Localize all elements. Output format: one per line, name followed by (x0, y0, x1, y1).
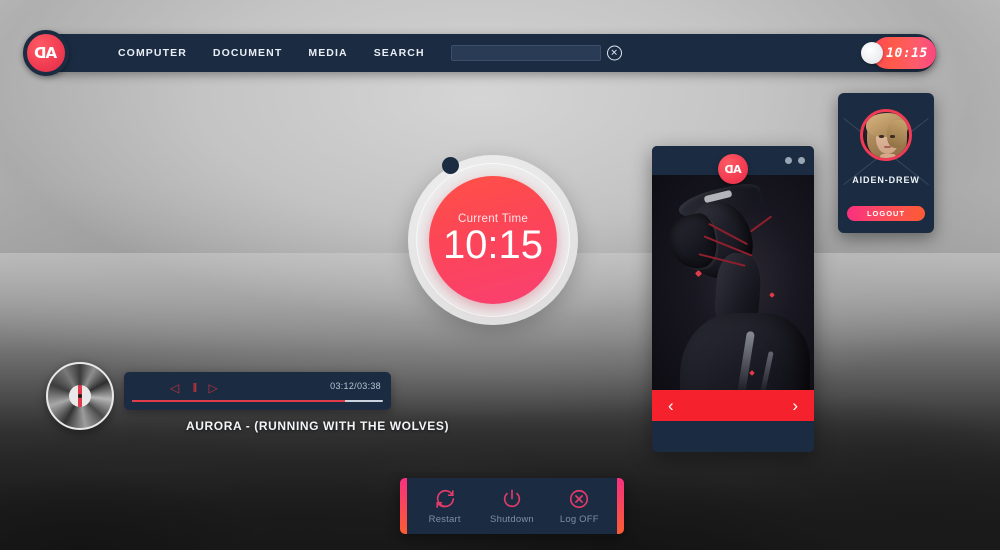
chevron-right-icon[interactable]: › (792, 397, 798, 414)
clock-time: 10:15 (442, 223, 544, 267)
restart-button[interactable]: Restart (413, 488, 477, 525)
player-controls: ◁ II ▷ (170, 381, 218, 394)
avatar-eye (890, 135, 895, 138)
close-dot-icon[interactable] (798, 157, 805, 164)
nav-item-media[interactable]: MEDIA (308, 47, 347, 59)
power-menu-items: Restart Shutdown Log OFF (407, 478, 617, 534)
clock-toggle-switch[interactable]: 10:15 (861, 37, 936, 69)
media-viewer-panel: AD ‹ › (652, 146, 814, 452)
power-menu: Restart Shutdown Log OFF (400, 478, 624, 534)
toggle-knob-icon (861, 42, 883, 64)
chevron-left-icon[interactable]: ‹ (668, 397, 674, 414)
close-circle-icon[interactable]: ✕ (606, 45, 622, 61)
current-time-widget: Current Time 10:15 (408, 155, 578, 325)
ad-logo-icon[interactable]: AD (23, 30, 69, 76)
media-panel-header: AD (652, 146, 814, 184)
media-nav-bar: ‹ › (652, 390, 814, 421)
nav-menu: COMPUTER DOCUMENT MEDIA SEARCH (118, 47, 425, 59)
navbar-clock-time: 10:15 (886, 45, 928, 61)
player-time-display: 03:12/03:38 (330, 381, 381, 391)
profile-username: AIDEN-DREW (852, 175, 920, 185)
avatar-neck (880, 154, 896, 158)
track-title: AURORA - (RUNNING WITH THE WOLVES) (186, 419, 450, 433)
player-control-bar: ◁ II ▷ 03:12/03:38 (124, 372, 391, 410)
avatar-hair-bang (887, 120, 907, 148)
media-panel-base (652, 421, 814, 452)
nav-item-document[interactable]: DOCUMENT (213, 47, 282, 59)
restart-icon (434, 488, 456, 510)
shutdown-label: Shutdown (490, 513, 534, 525)
search-input[interactable] (451, 46, 600, 60)
logoff-button[interactable]: Log OFF (547, 488, 611, 525)
power-menu-left-accent (400, 478, 407, 534)
restart-label: Restart (428, 513, 461, 525)
ad-logo-icon[interactable]: AD (718, 154, 748, 184)
search-field-wrapper: ✕ (450, 45, 622, 61)
desktop-background: AD COMPUTER DOCUMENT MEDIA SEARCH ✕ 10:1… (0, 0, 1000, 550)
artwork-wire (749, 215, 773, 233)
clock-face: Current Time 10:15 (429, 176, 557, 304)
shutdown-button[interactable]: Shutdown (480, 488, 544, 525)
nav-item-computer[interactable]: COMPUTER (118, 47, 187, 59)
logoff-label: Log OFF (559, 513, 599, 525)
logout-button[interactable]: LOGOUT (847, 206, 925, 221)
minimize-dot-icon[interactable] (785, 157, 792, 164)
player-progress-bar[interactable] (132, 399, 383, 402)
previous-track-icon[interactable]: ◁ (170, 382, 179, 394)
vinyl-disc-icon (46, 362, 114, 430)
pause-icon[interactable]: II (192, 381, 197, 394)
clock-indicator-dot (442, 157, 459, 174)
power-menu-right-accent (617, 478, 624, 534)
avatar-eye (879, 135, 884, 138)
avatar-mouth (884, 146, 891, 148)
top-navbar: AD COMPUTER DOCUMENT MEDIA SEARCH ✕ 10:1… (23, 30, 936, 76)
media-artwork (652, 175, 814, 421)
user-profile-panel: AIDEN-DREW LOGOUT (838, 93, 934, 233)
player-progress-fill (132, 399, 346, 402)
power-icon (501, 488, 523, 510)
next-track-icon[interactable]: ▷ (208, 382, 217, 394)
avatar[interactable] (860, 109, 912, 161)
window-controls (785, 157, 805, 164)
artwork-accent (769, 292, 775, 298)
disc-hole (78, 394, 82, 398)
logoff-icon (568, 488, 590, 510)
nav-item-search[interactable]: SEARCH (374, 47, 425, 59)
music-player: ◁ II ▷ 03:12/03:38 AURORA - (RUNNING WIT… (46, 362, 448, 440)
media-badge-mark: AD (724, 162, 742, 176)
logo-mark: AD (34, 44, 58, 62)
